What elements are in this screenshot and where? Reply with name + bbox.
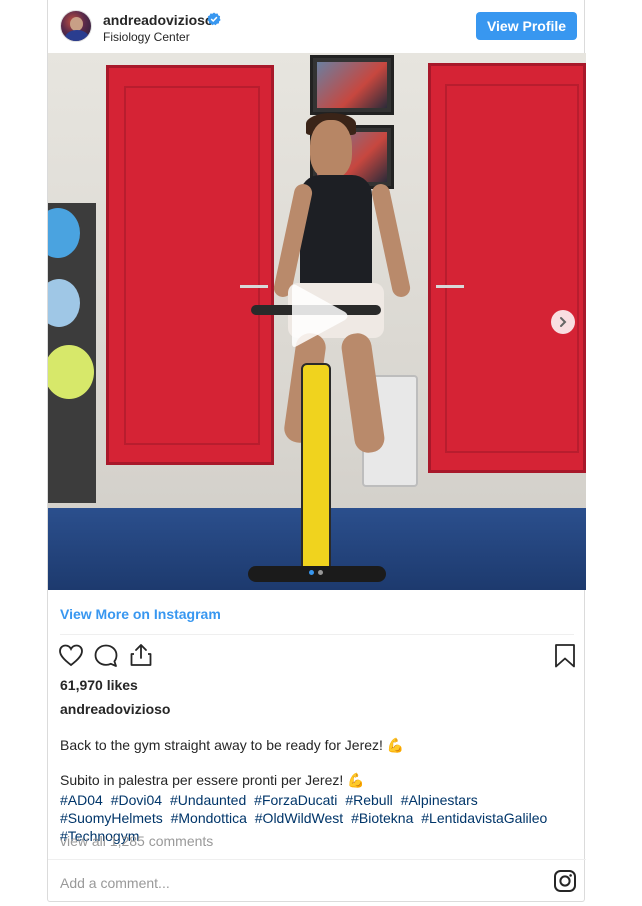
hashtag-link[interactable]: #Biotekna xyxy=(351,810,413,826)
hashtag-link[interactable]: #AD04 xyxy=(60,792,103,808)
instagram-icon[interactable] xyxy=(553,869,577,893)
divider xyxy=(48,859,586,860)
add-comment-field[interactable]: Add a comment... xyxy=(60,875,170,891)
share-icon[interactable] xyxy=(128,642,154,668)
hashtag-link[interactable]: #Alpinestars xyxy=(401,792,478,808)
bookmark-icon[interactable] xyxy=(553,643,577,669)
hashtag-link[interactable]: #OldWildWest xyxy=(255,810,343,826)
heart-icon[interactable] xyxy=(58,643,84,669)
avatar[interactable] xyxy=(60,10,92,42)
next-arrow-icon[interactable] xyxy=(551,310,575,334)
play-icon[interactable] xyxy=(288,281,350,351)
post-media-video[interactable] xyxy=(48,53,586,590)
carousel-dot xyxy=(309,570,314,575)
view-all-comments-link[interactable]: view all 1,285 comments xyxy=(60,833,213,849)
location-link[interactable]: Fisiology Center xyxy=(103,30,190,44)
post-header: andreadovizioso Fisiology Center View Pr… xyxy=(48,0,586,53)
caption-line-2: Subito in palestra per essere pronti per… xyxy=(60,772,365,788)
carousel-dot xyxy=(318,570,323,575)
instagram-embed-card: andreadovizioso Fisiology Center View Pr… xyxy=(47,0,586,902)
hashtag-link[interactable]: #Rebull xyxy=(345,792,392,808)
hashtag-link[interactable]: #SuomyHelmets xyxy=(60,810,163,826)
view-more-link[interactable]: View More on Instagram xyxy=(60,606,221,622)
view-profile-button[interactable]: View Profile xyxy=(476,12,577,40)
divider xyxy=(60,634,574,635)
hashtag-link[interactable]: #ForzaDucati xyxy=(254,792,337,808)
verified-badge-icon xyxy=(207,12,221,26)
caption-line-1: Back to the gym straight away to be read… xyxy=(60,737,405,753)
hashtag-link[interactable]: #Mondottica xyxy=(171,810,247,826)
hashtag-link[interactable]: #LentidavistaGalileo xyxy=(421,810,547,826)
username-link[interactable]: andreadovizioso xyxy=(103,12,213,28)
hashtag-link[interactable]: #Dovi04 xyxy=(111,792,162,808)
caption-username[interactable]: andreadovizioso xyxy=(60,701,170,717)
carousel-indicator xyxy=(309,570,323,575)
hashtag-link[interactable]: #Undaunted xyxy=(170,792,246,808)
likes-count[interactable]: 61,970 likes xyxy=(60,677,138,693)
comment-icon[interactable] xyxy=(93,643,119,669)
